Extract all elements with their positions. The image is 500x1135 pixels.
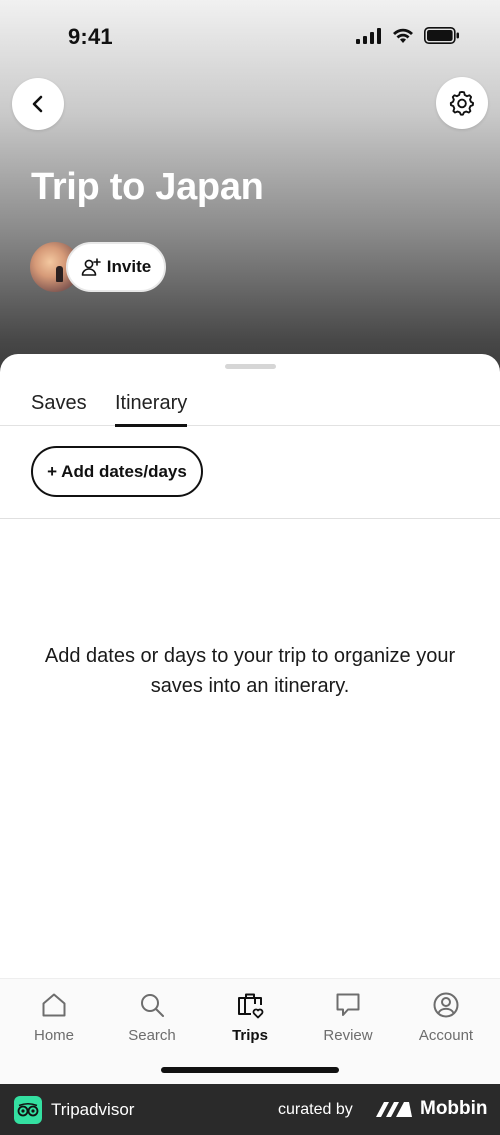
sheet-grabber[interactable] xyxy=(225,364,276,369)
nav-home[interactable]: Home xyxy=(6,991,102,1051)
mobbin-logo-icon xyxy=(376,1102,412,1117)
trip-title: Trip to Japan xyxy=(31,166,264,208)
footer-bar: Tripadvisor curated by Mobbin xyxy=(0,1084,500,1135)
tripadvisor-brand: Tripadvisor xyxy=(51,1100,135,1119)
status-time: 9:41 xyxy=(68,24,113,49)
wifi-icon xyxy=(393,28,413,43)
tab-saves[interactable]: Saves xyxy=(31,392,87,415)
settings-button[interactable] xyxy=(436,77,488,129)
status-bar: 9:41 xyxy=(0,0,500,70)
search-icon xyxy=(141,994,164,1017)
trip-header: 9:41 Trip to Japan Invite xyxy=(0,0,500,380)
invite-button[interactable]: Invite xyxy=(66,242,166,292)
speech-bubble-icon xyxy=(336,993,360,1016)
nav-review-label: Review xyxy=(323,1027,373,1044)
suitcase-heart-icon xyxy=(238,993,264,1019)
curated-by-label: curated by xyxy=(278,1101,353,1118)
tripadvisor-logo-icon xyxy=(14,1096,42,1124)
user-icon xyxy=(433,992,459,1018)
home-icon xyxy=(42,993,66,1017)
add-dates-button[interactable]: + Add dates/days xyxy=(31,446,203,497)
empty-state-message: Add dates or days to your trip to organi… xyxy=(44,645,456,697)
back-button[interactable] xyxy=(12,78,64,130)
avatar-figure xyxy=(56,266,63,282)
mobbin-brand: Mobbin xyxy=(420,1098,488,1119)
gear-icon xyxy=(449,90,475,116)
home-indicator xyxy=(161,1067,339,1073)
cellular-signal-icon xyxy=(356,27,381,44)
status-icons xyxy=(356,27,460,44)
nav-review[interactable]: Review xyxy=(300,991,396,1051)
nav-home-label: Home xyxy=(33,1027,74,1044)
add-user-icon xyxy=(81,258,101,276)
battery-icon xyxy=(424,27,459,44)
nav-trips[interactable]: Trips xyxy=(202,991,298,1051)
nav-search-label: Search xyxy=(128,1027,176,1044)
trip-screen: 9:41 Trip to Japan Invite Saves Itinerar… xyxy=(0,0,500,1135)
invite-label: Invite xyxy=(106,257,152,276)
chevron-left-icon xyxy=(32,95,43,113)
nav-search[interactable]: Search xyxy=(104,991,200,1051)
tab-bar: Saves Itinerary xyxy=(0,384,500,427)
nav-trips-label: Trips xyxy=(232,1027,268,1044)
tab-itinerary[interactable]: Itinerary xyxy=(115,392,188,427)
divider xyxy=(0,518,500,519)
bottom-nav: Home Search Trips Review Account xyxy=(0,978,500,1084)
nav-account-label: Account xyxy=(418,1027,474,1044)
nav-account[interactable]: Account xyxy=(398,991,494,1051)
